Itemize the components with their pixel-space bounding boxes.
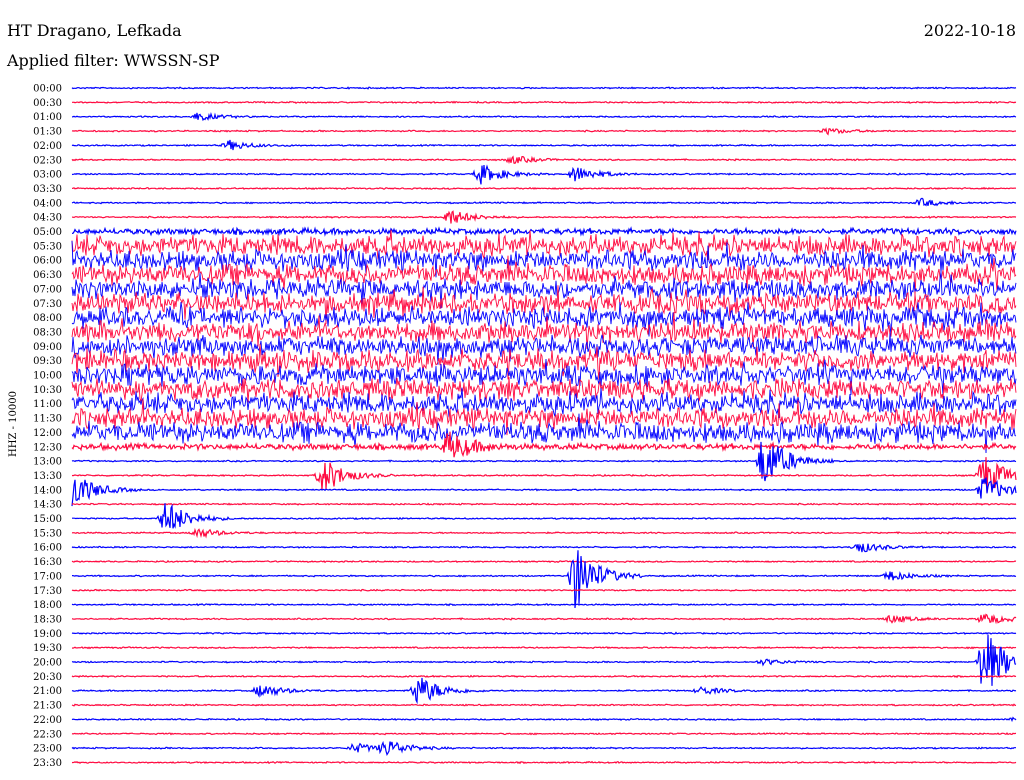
trace-line [71,543,1017,553]
time-tick-label: 10:30 [33,385,62,396]
trace-line [71,613,1017,625]
time-tick-label: 13:00 [33,457,62,468]
time-tick-label: 12:00 [33,428,62,439]
trace-line [71,740,1016,756]
trace-line [71,677,1017,705]
trace-line [71,431,1017,458]
trace-line [71,645,1017,650]
time-tick-label: 02:00 [33,141,62,152]
time-tick-label: 13:30 [33,471,62,482]
time-tick-label: 21:30 [33,701,62,712]
trace-line [71,502,1017,506]
time-tick-label: 07:30 [33,299,62,310]
trace-line [71,588,1017,592]
time-tick-label: 06:30 [33,270,62,281]
trace-line [71,716,1017,723]
trace-line [71,527,1017,539]
trace-line [71,210,1017,224]
time-tick-label: 03:30 [33,184,62,195]
trace-line [71,602,1017,607]
time-tick-label: 10:00 [33,371,62,382]
time-tick-label: 16:00 [33,543,62,554]
time-tick-label: 06:00 [33,256,62,267]
time-tick-label: 17:00 [33,571,62,582]
trace-line [71,631,1017,635]
time-tick-label: 15:30 [33,528,62,539]
trace-line [71,127,1017,136]
time-tick-label: 22:00 [33,715,62,726]
time-tick-label: 22:30 [33,729,62,740]
time-tick-label: 14:30 [33,500,62,511]
time-tick-label: 00:00 [33,84,62,95]
time-tick-label: 04:30 [33,213,62,224]
time-tick-label: 17:30 [33,586,62,597]
time-tick-label: 11:30 [33,414,62,425]
time-tick-label: 09:30 [33,356,62,367]
trace-line [71,86,1017,90]
time-tick-label: 23:00 [33,744,62,755]
time-tick-label: 12:30 [33,442,62,453]
time-tick-label: 11:00 [33,399,62,410]
trace-line [72,550,1017,609]
time-tick-label: 07:00 [33,284,62,295]
time-tick-label: 20:00 [33,658,62,669]
time-tick-label: 04:00 [33,198,62,209]
y-axis-label: HHZ - 10000 [8,391,19,457]
time-tick-label: 18:00 [33,600,62,611]
trace-line [71,634,1017,686]
time-tick-label: 02:30 [33,155,62,166]
trace-line [71,333,1017,365]
trace-line [72,100,1017,104]
time-tick-label: 05:30 [33,241,62,252]
time-tick-label: 21:00 [33,686,62,697]
time-tick-label: 20:30 [33,672,62,683]
time-tick-label: 19:30 [33,643,62,654]
trace-line [71,197,1017,207]
time-tick-label: 19:00 [33,629,62,640]
time-tick-label: 14:00 [33,485,62,496]
time-tick-label: 16:30 [33,557,62,568]
time-tick-label: 08:30 [33,327,62,338]
trace-line [71,457,1017,492]
time-tick-label: 01:30 [33,127,62,138]
time-tick-label: 23:30 [33,758,62,769]
time-tick-label: 01:00 [33,112,62,123]
trace-group [71,86,1017,765]
trace-line [71,155,1017,165]
trace-line [71,559,1017,564]
trace-line [71,112,1017,122]
trace-line [71,186,1017,191]
trace-line [71,226,1017,237]
time-tick-label: 09:00 [33,342,62,353]
trace-line [71,703,1017,707]
trace-line [71,674,1017,679]
seismogram-plot: 00:00 00:30 01:00 01:30 02:00 02:30 03:00 03:30… [8,84,1017,769]
trace-line [71,164,1017,185]
time-tick-group: 00:00 00:30 01:00 01:30 02:00 02:30 03:00 03:30… [33,84,62,769]
time-tick-label: 08:00 [33,313,62,324]
trace-line [71,477,1017,507]
trace-line [71,139,1017,151]
trace-line [72,503,1017,529]
trace-line [71,760,1017,765]
time-tick-label: 05:00 [33,227,62,238]
time-tick-label: 00:30 [33,98,62,109]
time-tick-label: 03:00 [33,170,62,181]
trace-line [71,732,1017,736]
time-tick-label: 15:00 [33,514,62,525]
time-tick-label: 18:30 [33,614,62,625]
